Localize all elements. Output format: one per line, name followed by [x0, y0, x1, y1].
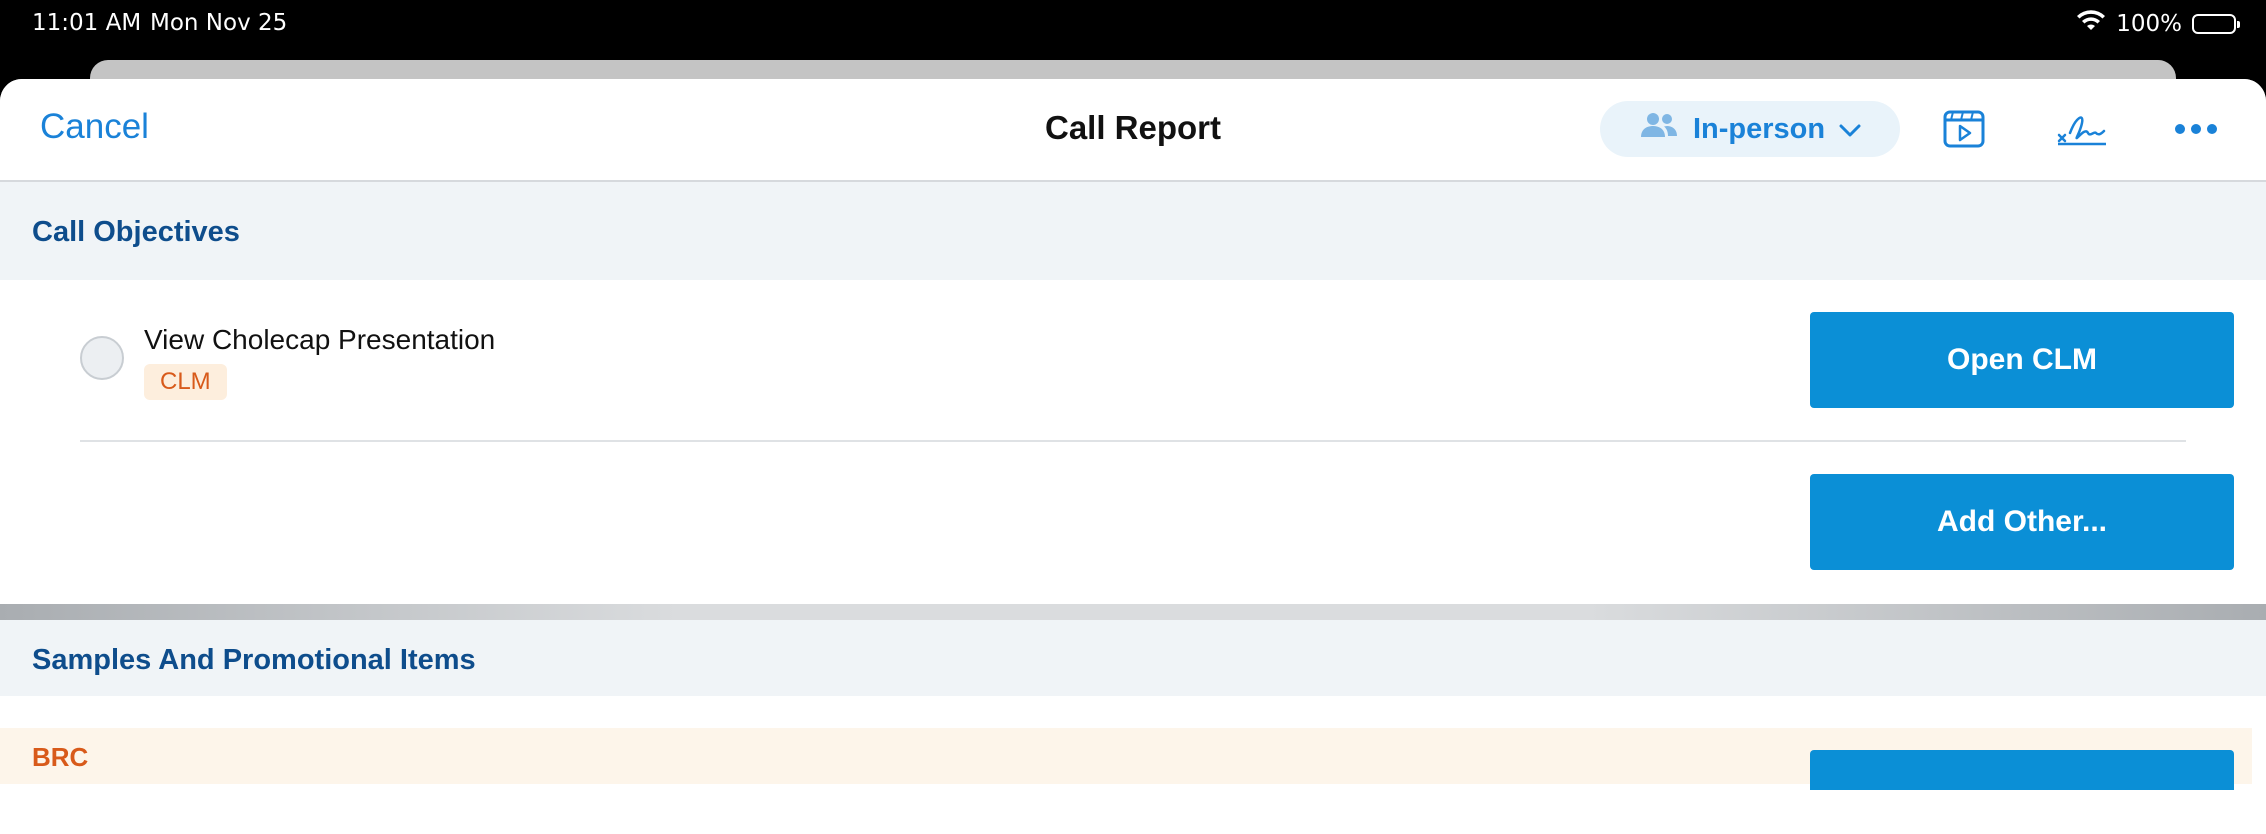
battery-icon — [2192, 14, 2240, 34]
clm-badge: CLM — [144, 364, 227, 400]
chevron-down-icon — [1839, 113, 1861, 146]
more-icon[interactable] — [2172, 105, 2220, 153]
battery-percent: 100% — [2116, 11, 2182, 37]
open-clm-button[interactable]: Open CLM — [1810, 312, 2234, 408]
objective-row: View Cholecap Presentation CLM Open CLM — [0, 280, 2266, 442]
signature-icon[interactable] — [2056, 105, 2108, 153]
status-time: 11:01 AM — [32, 10, 142, 36]
status-bar: 11:01 AM Mon Nov 25 100% — [0, 0, 2266, 48]
samples-header: Samples And Promotional Items — [0, 620, 2266, 696]
call-mode-label: In-person — [1692, 112, 1826, 145]
section-separator — [0, 604, 2266, 620]
navbar: Cancel Call Report In-person — [0, 79, 2266, 182]
add-other-button[interactable]: Add Other... — [1810, 474, 2234, 570]
page-title: Call Report — [1044, 109, 1222, 146]
call-objectives-header: Call Objectives — [0, 182, 2266, 280]
call-mode-dropdown[interactable]: In-person — [1600, 101, 1900, 157]
brc-label: BRC — [32, 742, 89, 772]
add-objective-row: Add Other... — [0, 442, 2266, 604]
call-report-sheet: Cancel Call Report In-person Call Object… — [0, 79, 2266, 834]
status-date: Mon Nov 25 — [150, 10, 288, 36]
media-player-icon[interactable] — [1940, 105, 1988, 153]
people-icon — [1639, 111, 1679, 147]
section-title: Samples And Promotional Items — [32, 644, 476, 676]
status-right: 100% — [2076, 10, 2240, 38]
objective-title: View Cholecap Presentation — [144, 324, 496, 355]
wifi-icon — [2076, 10, 2106, 38]
objective-checkbox[interactable] — [80, 336, 124, 380]
section-title: Call Objectives — [32, 216, 240, 248]
sample-action-button[interactable] — [1810, 750, 2234, 790]
